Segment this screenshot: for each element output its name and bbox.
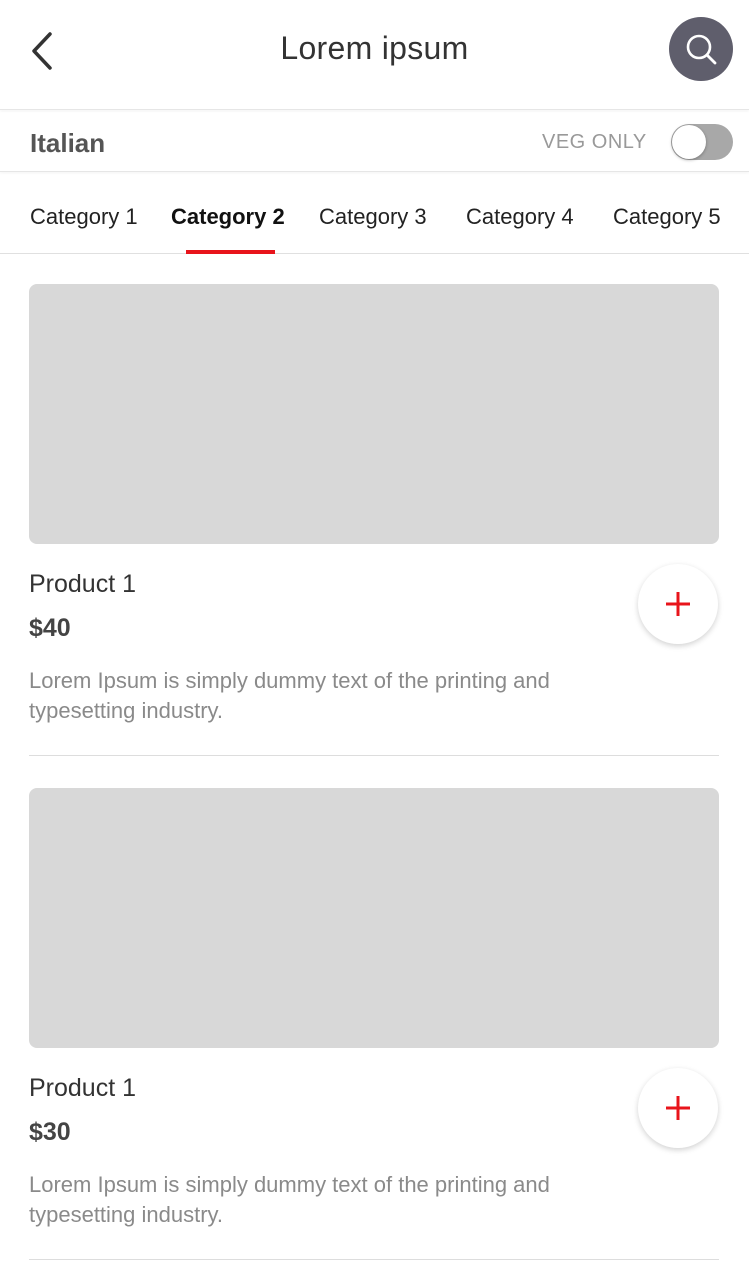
product-name: Product 1 (29, 570, 137, 598)
category-tabs: Category 1 Category 2 Category 3 Categor… (0, 174, 749, 254)
veg-only-toggle[interactable] (671, 124, 733, 160)
product-price: $40 (29, 614, 71, 642)
product-price: $30 (29, 1118, 71, 1146)
product-image (29, 788, 719, 1048)
product-image (29, 284, 719, 544)
product-list-screen: Lorem ipsum Italian VEG ONLY Category 1 … (0, 0, 749, 1270)
search-icon (686, 34, 717, 65)
product-description: Lorem Ipsum is simply dummy text of the … (29, 1172, 550, 1227)
plus-icon (666, 592, 690, 616)
active-tab-indicator (186, 250, 275, 254)
tab-category-4[interactable]: Category 4 (466, 204, 574, 230)
product-description: Lorem Ipsum is simply dummy text of the … (29, 668, 550, 723)
tab-category-3[interactable]: Category 3 (319, 204, 427, 230)
add-to-cart-button[interactable] (638, 564, 718, 644)
header-bar: Lorem ipsum (0, 0, 749, 110)
page-title: Lorem ipsum (280, 30, 469, 66)
toggle-knob (672, 125, 706, 159)
tab-category-5[interactable]: Category 5 (613, 204, 721, 230)
card-divider (29, 1259, 719, 1260)
cuisine-label: Italian (30, 128, 106, 158)
product-name: Product 1 (29, 1074, 137, 1102)
filter-row: Italian VEG ONLY (0, 112, 749, 172)
search-button[interactable] (669, 17, 733, 81)
plus-icon (666, 1096, 690, 1120)
tab-category-1[interactable]: Category 1 (30, 204, 138, 230)
add-to-cart-button[interactable] (638, 1068, 718, 1148)
tab-category-2[interactable]: Category 2 (171, 204, 285, 230)
card-divider (29, 755, 719, 756)
veg-only-label: VEG ONLY (542, 131, 647, 153)
